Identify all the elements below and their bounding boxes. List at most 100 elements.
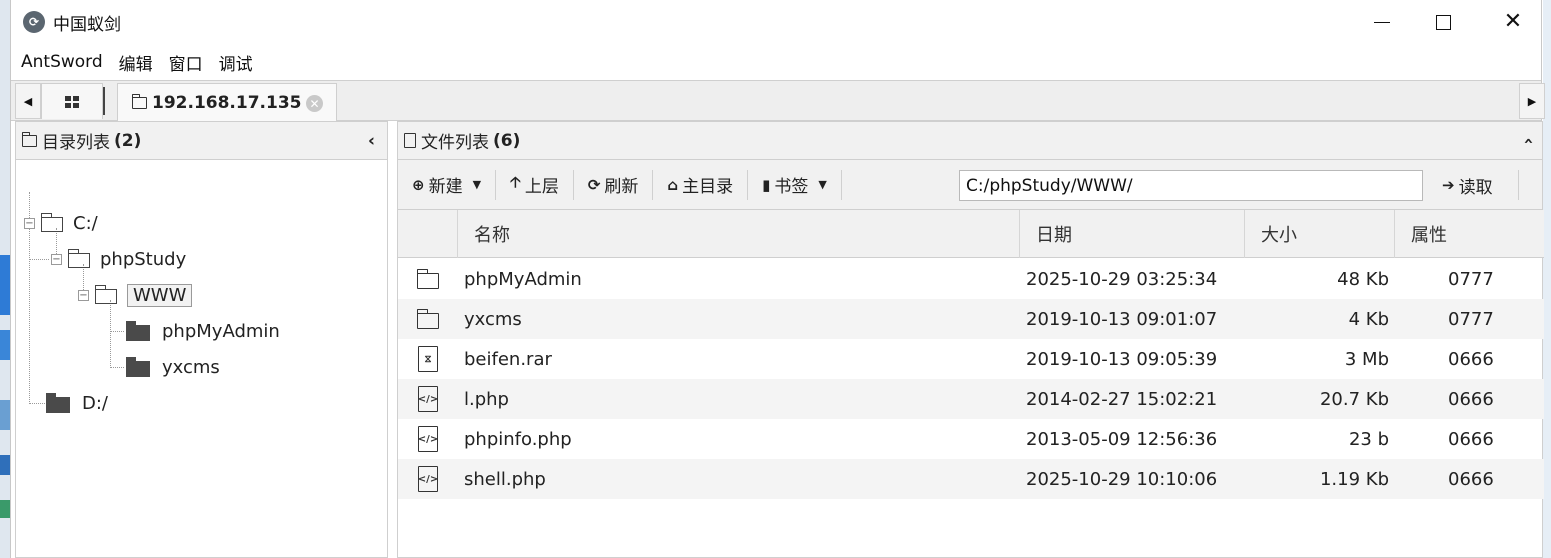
read-label: 读取 [1458, 177, 1493, 198]
collapse-panel-icon[interactable]: ‹ [1518, 137, 1538, 144]
home-directory-button[interactable]: ⌂ 主目录 [653, 169, 747, 201]
toolbar-divider [840, 169, 842, 200]
code-file-icon: </> [418, 466, 438, 492]
tab-home[interactable] [41, 83, 103, 119]
collapse-toggle-icon[interactable]: − [51, 253, 62, 265]
file-attr: 0666 [1448, 468, 1494, 490]
tree-connector [110, 331, 124, 332]
home-icon: ⌂ [667, 175, 679, 194]
column-header-attr[interactable]: 属性 [1395, 210, 1544, 258]
file-attr: 0666 [1448, 428, 1494, 450]
up-level-button[interactable]: 🡡 上层 [496, 169, 573, 201]
table-row[interactable]: ⧖ beifen.rar 2019-10-13 09:05:39 3 Mb 06… [398, 339, 1544, 379]
tree-connector [29, 259, 49, 260]
column-header-date[interactable]: 日期 [1020, 210, 1245, 258]
file-attr: 0666 [1448, 348, 1494, 370]
directory-panel-title: 目录列表 [42, 133, 110, 153]
tree-node-phpmyadmin[interactable]: phpMyAdmin [126, 316, 280, 346]
desktop-background-left [0, 0, 10, 558]
row-icon-cell: </> [398, 379, 458, 419]
menu-window[interactable]: 窗口 [167, 50, 205, 75]
file-name: l.php [464, 388, 509, 410]
file-attr: 0666 [1448, 388, 1494, 410]
tab-close-icon[interactable]: ✕ [306, 95, 323, 112]
minimize-button[interactable] [1350, 0, 1414, 44]
file-icon [404, 133, 416, 148]
tab-host[interactable]: 192.168.17.135 ✕ [117, 83, 337, 121]
menu-edit[interactable]: 编辑 [117, 50, 155, 75]
directory-panel-header: 目录列表 (2) ‹ [16, 122, 387, 160]
tab-scroll-right-button[interactable]: ▶ [1519, 83, 1545, 119]
path-input[interactable] [959, 170, 1423, 201]
tree-node-label: D:/ [82, 392, 108, 414]
arrow-right-icon: ➔ [1442, 176, 1455, 194]
plus-circle-icon: ⊕ [412, 175, 425, 194]
grid-icon [65, 95, 79, 108]
tree-node-www[interactable]: − WWW [78, 280, 193, 310]
column-header-size[interactable]: 大小 [1245, 210, 1395, 258]
file-size: 1.19 Kb [1319, 468, 1389, 490]
bookmark-button[interactable]: ▮ 书签 ▼ [748, 169, 841, 201]
home-directory-label: 主目录 [682, 177, 734, 197]
antsword-window: ⟳ 中国蚁剑 ✕ AntSword 编辑 窗口 调试 ◀ 192.168.17.… [10, 0, 1545, 558]
caret-down-icon: ▼ [472, 178, 482, 191]
table-row[interactable]: </> shell.php 2025-10-29 10:10:06 1.19 K… [398, 459, 1544, 499]
tree-node-label: phpStudy [100, 248, 187, 270]
up-level-label: 上层 [524, 177, 559, 197]
tree-node-yxcms[interactable]: yxcms [126, 352, 220, 382]
toolbar-divider [1518, 170, 1519, 200]
menu-bar: AntSword 编辑 窗口 调试 [11, 44, 1541, 80]
caret-right-icon: ▶ [1527, 94, 1537, 108]
desktop-icon-strip [0, 500, 10, 518]
tree-node-d[interactable]: D:/ [46, 388, 108, 418]
folder-icon [416, 269, 439, 289]
menu-debug[interactable]: 调试 [217, 50, 255, 75]
collapse-panel-icon[interactable]: ‹ [368, 131, 375, 151]
file-date: 2019-10-13 09:05:39 [1026, 348, 1218, 370]
file-attr: 0777 [1448, 268, 1494, 290]
file-date: 2013-05-09 12:56:36 [1026, 428, 1218, 450]
directory-count: (2) [114, 130, 142, 151]
read-button[interactable]: ➔ 读取 [1430, 169, 1505, 201]
menu-antsword[interactable]: AntSword [19, 52, 105, 72]
file-name: phpinfo.php [464, 428, 572, 450]
code-file-icon: </> [418, 386, 438, 412]
file-list-panel: 文件列表 (6) ‹ ⊕ 新建 ▼ 🡡 上层 ⟳ 刷新 ⌂ 主目录 ▮ 书签 ▼… [397, 121, 1544, 558]
bookmark-label: 书签 [774, 177, 809, 197]
file-attr: 0777 [1448, 308, 1494, 330]
table-row[interactable]: </> l.php 2014-02-27 15:02:21 20.7 Kb 06… [398, 379, 1544, 419]
file-name: phpMyAdmin [464, 268, 582, 290]
tab-scroll-left-button[interactable]: ◀ [15, 83, 41, 119]
folder-closed-icon [126, 356, 150, 377]
tree-connector [29, 403, 45, 404]
file-size: 20.7 Kb [1319, 388, 1389, 410]
collapse-toggle-icon[interactable]: − [78, 289, 89, 301]
tree-connector [110, 367, 124, 368]
file-toolbar: ⊕ 新建 ▼ 🡡 上层 ⟳ 刷新 ⌂ 主目录 ▮ 书签 ▼ C:/phpStud… [398, 160, 1542, 210]
folder-closed-icon [46, 392, 70, 413]
new-button[interactable]: ⊕ 新建 ▼ [398, 169, 495, 201]
refresh-icon: ⟳ [587, 175, 601, 194]
row-icon-cell: </> [398, 419, 458, 459]
tree-node-label: phpMyAdmin [162, 320, 280, 342]
close-button[interactable]: ✕ [1481, 0, 1545, 44]
tree-node-label: yxcms [162, 356, 220, 378]
file-name: shell.php [464, 468, 546, 490]
column-header-name[interactable]: 名称 [458, 210, 1020, 258]
tree-node-label: C:/ [73, 212, 98, 234]
tree-node-c[interactable]: − C:/ [24, 208, 98, 238]
tree-node-phpstudy[interactable]: − phpStudy [51, 244, 186, 274]
table-row[interactable]: yxcms 2019-10-13 09:01:07 4 Kb 0777 [398, 299, 1544, 339]
tab-host-label: 192.168.17.135 [152, 92, 302, 113]
desktop-icon-strip [0, 455, 10, 475]
folder-open-icon [40, 213, 63, 232]
file-date: 2019-10-13 09:01:07 [1026, 308, 1218, 330]
table-row[interactable]: </> phpinfo.php 2013-05-09 12:56:36 23 b… [398, 419, 1544, 459]
directory-panel: 目录列表 (2) ‹ − C:/ − phpStudy − WWW phpMyA… [15, 121, 388, 558]
refresh-button[interactable]: ⟳ 刷新 [574, 169, 653, 201]
table-row[interactable]: phpMyAdmin 2025-10-29 03:25:34 48 Kb 077… [398, 259, 1544, 299]
row-icon-cell [398, 259, 458, 299]
antsword-logo-icon: ⟳ [23, 11, 45, 33]
maximize-button[interactable] [1411, 0, 1475, 44]
collapse-toggle-icon[interactable]: − [24, 217, 35, 229]
